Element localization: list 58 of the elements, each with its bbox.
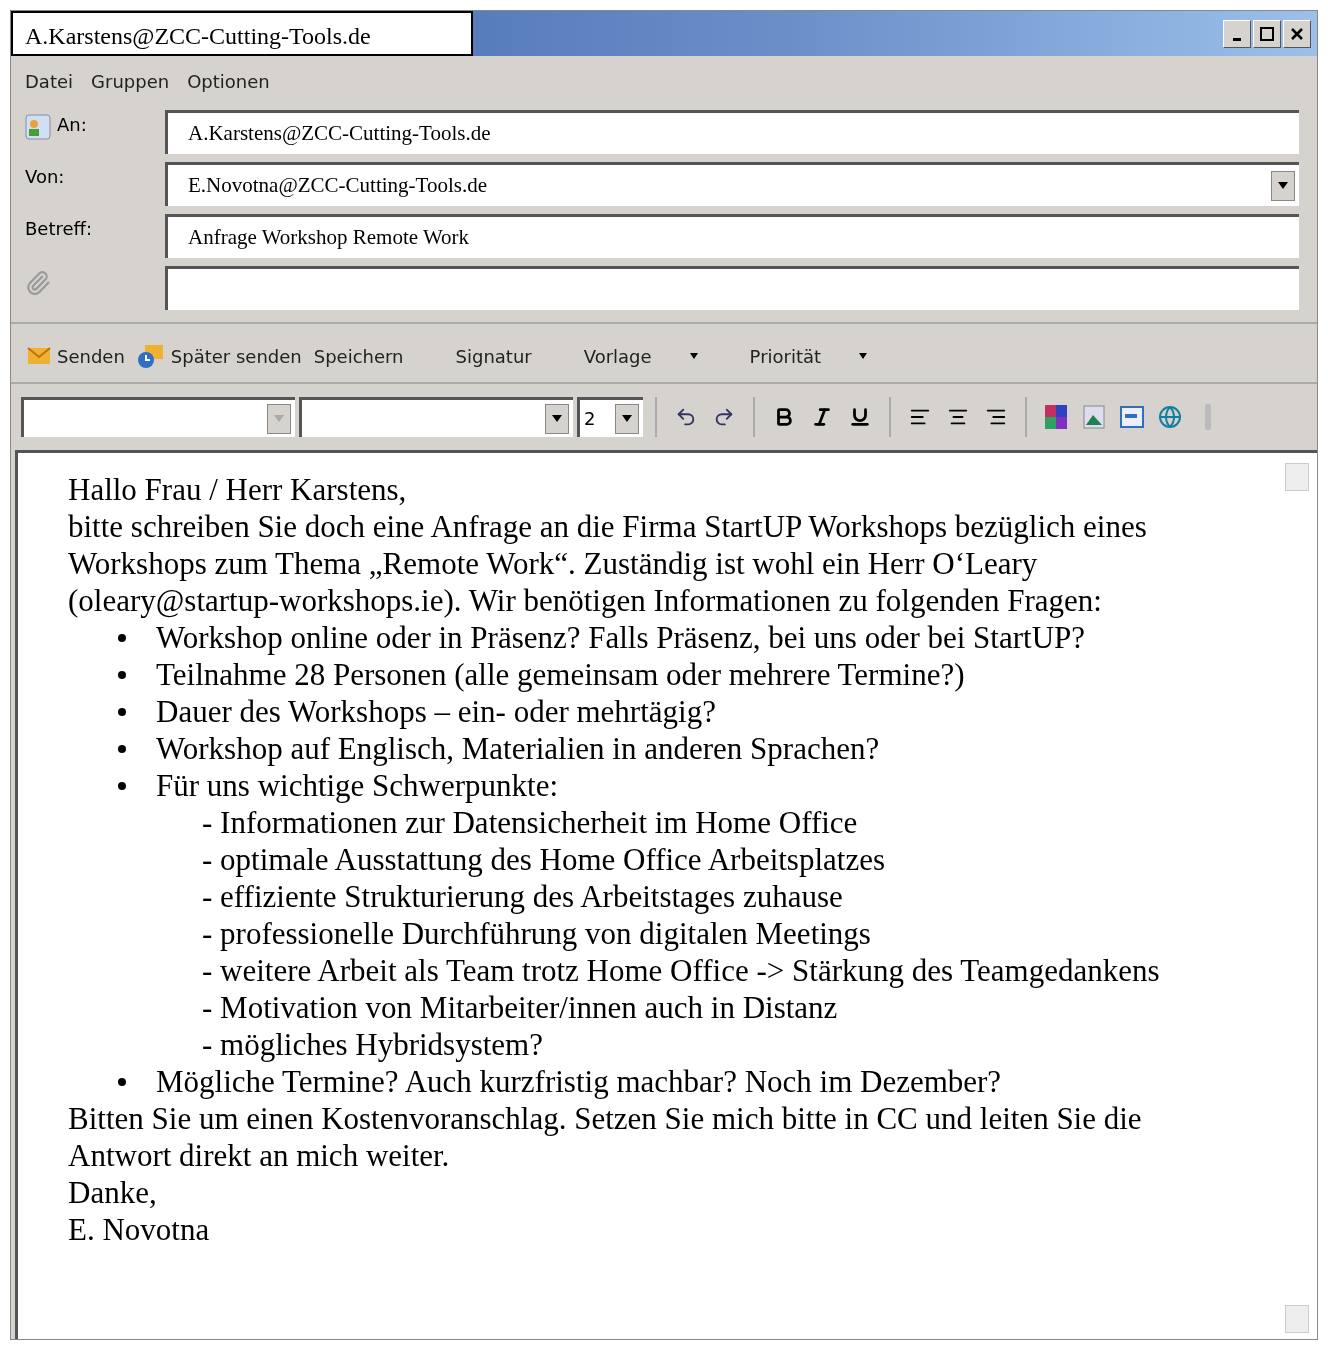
list-subitem: - mögliches Hybridsystem? [202, 1026, 544, 1063]
closing-text: Bitten Sie um einen Kostenvoranschlag. Setzen Sie mich bitte in CC und leiten Sie die Antwort direkt an mich weiter. [68, 1100, 1143, 1174]
caret-icon [1278, 182, 1288, 189]
envelope-icon [27, 346, 51, 366]
toolbar-button[interactable]: Später senden [130, 339, 308, 373]
toolbar-button[interactable]: Priorität [743, 341, 874, 371]
caret-icon [622, 415, 632, 422]
input-field[interactable]: Anfrage Workshop Remote Work [165, 214, 1299, 258]
menu-item[interactable]: Gruppen [91, 70, 170, 92]
dropdown-field[interactable]: E.Novotna@ZCC-Cutting-Tools.de [165, 162, 1299, 206]
font-dropdown[interactable] [21, 397, 295, 437]
bullet-icon [118, 671, 126, 679]
window-title: A.Karstens@ZCC-Cutting-Tools.de [11, 11, 473, 56]
contact-card-icon[interactable] [25, 114, 51, 140]
list-subitem: - Informationen zur Datensicherheit im Home Office [202, 804, 859, 841]
close-icon [1290, 26, 1304, 41]
list-item: Mögliche Termine? Auch kurzfristig machbar? Noch im Dezember? [156, 1063, 1002, 1100]
toolbar-button[interactable]: Signatur [449, 341, 538, 371]
field-label: An: [57, 114, 87, 135]
list-item: Workshop auf Englisch, Materialien in anderen Sprachen? [156, 730, 880, 767]
list-subitem: - professionelle Durchführung von digitalen Meetings [202, 915, 872, 952]
menu-item[interactable]: Optionen [187, 70, 270, 92]
list-item: Dauer des Workshops – ein- oder mehrtägig? [156, 693, 716, 730]
caret-icon [274, 415, 284, 422]
bullet-icon [118, 708, 126, 716]
list-item: Workshop online oder in Präsenz? Falls Präsenz, bei uns oder bei StartUP? [156, 619, 1086, 656]
list-subitem: - optimale Ausstattung des Home Office Arbeitsplatzes [202, 841, 886, 878]
bullet-icon [118, 782, 126, 790]
list-item: Für uns wichtige Schwerpunkte: [156, 767, 559, 804]
maximize-icon [1260, 26, 1274, 41]
field-label: Von: [25, 166, 65, 187]
list-subitem: - Motivation von Mitarbeiter/innen auch in Distanz [202, 989, 839, 1026]
menu-item[interactable]: Datei [25, 70, 74, 92]
style-dropdown[interactable] [299, 397, 573, 437]
close-button[interactable] [1283, 19, 1311, 48]
toolbar-button[interactable]: Senden [21, 341, 131, 371]
minimize-button[interactable] [1223, 19, 1251, 48]
envelope-clock-icon [136, 343, 165, 369]
caret-icon [552, 415, 562, 422]
field-label: Betreff: [25, 218, 93, 239]
intro-paragraph: bitte schreiben Sie doch eine Anfrage an die Firma StartUP Workshops bezüglich eines Workshops zum Thema „Remote Work“. Zuständig ist wohl ein Herr O‘Leary (oleary@startup-workshops.ie). Wir benötigen Informationen zu folgenden Fragen: [68, 508, 1148, 619]
list-subitem: - weitere Arbeit als Team trotz Home Office -> Stärkung des Teamgedankens [202, 952, 1161, 989]
toolbar-button[interactable]: Speichern [307, 341, 410, 371]
list-subitem: - effiziente Strukturierung des Arbeitstages zuhause [202, 878, 844, 915]
input-field[interactable] [165, 266, 1299, 310]
closing-text: Danke, [68, 1174, 158, 1211]
font-size-dropdown[interactable]: 2 [577, 397, 643, 437]
bullet-icon [118, 634, 126, 642]
paperclip-icon[interactable] [25, 270, 51, 296]
toolbar-button[interactable]: Vorlage [577, 341, 704, 371]
maximize-button[interactable] [1253, 19, 1281, 48]
input-field[interactable]: A.Karstens@ZCC-Cutting-Tools.de [165, 110, 1299, 154]
list-item: Teilnahme 28 Personen (alle gemeinsam oder mehrere Termine?) [156, 656, 965, 693]
bullet-icon [118, 1078, 126, 1086]
bullet-icon [118, 745, 126, 753]
closing-text: E. Novotna [68, 1211, 211, 1248]
greeting-text: Hallo Frau / Herr Karstens, [68, 471, 408, 508]
minimize-icon [1233, 38, 1241, 41]
